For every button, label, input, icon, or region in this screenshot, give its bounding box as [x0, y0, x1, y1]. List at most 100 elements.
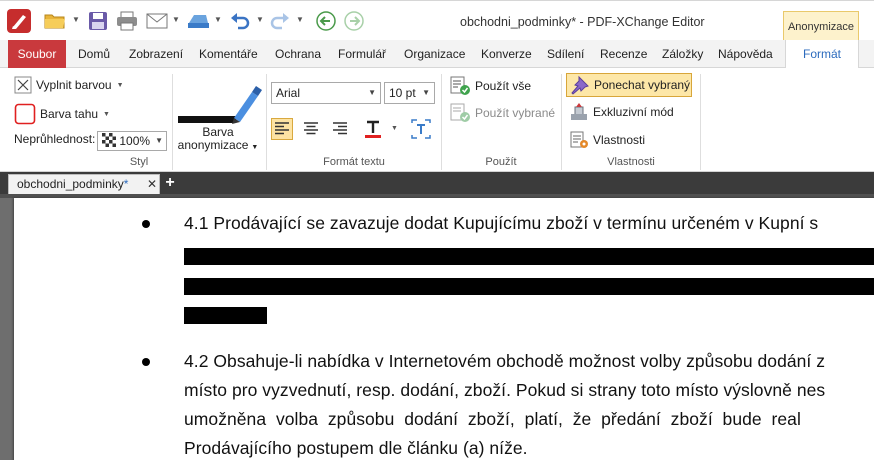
tab-format[interactable]: Formát [785, 40, 859, 69]
group-label-pouzit: Použít [485, 156, 517, 168]
tab-formular[interactable]: Formulář [338, 40, 386, 68]
tab-domu[interactable]: Domů [78, 40, 110, 68]
apply-all-icon [450, 76, 470, 95]
exclusive-mode-button[interactable]: Exkluzivní mód [569, 102, 674, 122]
paragraph-4-2-line-1: 4.2 Obsahuje-li nabídka v Internetovém o… [184, 351, 826, 371]
no-fill-icon [14, 76, 32, 94]
paragraph-4-2-line-3: umožněna volba způsobu dodání zboží, pla… [184, 409, 801, 429]
redaction-mark[interactable] [184, 307, 267, 324]
print-icon[interactable] [114, 9, 140, 33]
group-label-format-textu: Formát textu [323, 156, 385, 168]
opacity-select[interactable]: 100% ▼ [97, 131, 167, 151]
undo-icon[interactable] [228, 9, 252, 33]
redo-dropdown-icon[interactable]: ▼ [296, 15, 304, 24]
apply-selected-button[interactable]: Použít vybrané [449, 103, 555, 123]
tab-zobrazeni[interactable]: Zobrazení [129, 40, 183, 68]
font-size-value: 10 pt [389, 86, 416, 100]
fill-color-button[interactable]: Vyplnit barvou ▼ [14, 76, 124, 94]
email-dropdown-icon[interactable]: ▼ [172, 15, 180, 24]
exclusive-mode-icon [571, 103, 587, 120]
title-bar: ▼ ▼ ▼ ▼ ▼ obchodni_podminky* - PDF-XChan… [0, 0, 874, 41]
keep-selected-button[interactable]: Ponechat vybraný [566, 73, 692, 97]
stroke-swatch-icon [14, 103, 36, 125]
fill-color-label: Vyplnit barvou [36, 78, 112, 92]
stroke-color-dropdown-icon: ▼ [103, 110, 110, 118]
ribbon-panel: Vyplnit barvou ▼ Barva tahu ▼ Neprůhledn… [0, 68, 874, 172]
bullet-point [142, 358, 150, 366]
redaction-mark[interactable] [184, 248, 874, 265]
opacity-dropdown-icon: ▼ [155, 136, 163, 145]
font-family-select[interactable]: Arial ▼ [271, 82, 381, 104]
tab-organizace[interactable]: Organizace [404, 40, 465, 68]
open-dropdown-icon[interactable]: ▼ [72, 15, 80, 24]
paragraph-4-2-line-4: Prodávajícího postupem dle článku (a) ní… [184, 438, 528, 458]
font-family-value: Arial [276, 86, 301, 100]
ribbon-separator [441, 74, 442, 170]
opacity-control: Neprůhlednost: [14, 132, 95, 146]
tab-zalozky[interactable]: Záložky [662, 40, 703, 68]
redo-icon[interactable] [268, 9, 292, 33]
tab-konverze[interactable]: Konverze [481, 40, 532, 68]
back-icon[interactable] [314, 9, 338, 33]
pin-icon [571, 75, 589, 95]
stroke-color-label: Barva tahu [40, 107, 99, 121]
align-center-icon [304, 122, 318, 135]
text-flow-icon [411, 119, 431, 139]
open-folder-icon[interactable] [42, 9, 68, 33]
text-color-button[interactable] [362, 118, 384, 140]
email-icon[interactable] [144, 9, 170, 33]
exclusive-mode-label: Exkluzivní mód [593, 105, 674, 119]
text-flow-button[interactable] [410, 118, 432, 140]
forward-icon[interactable] [342, 9, 366, 33]
text-color-icon [365, 120, 381, 138]
font-family-dropdown-icon: ▼ [368, 88, 376, 97]
redaction-mark[interactable] [184, 278, 874, 295]
undo-dropdown-icon[interactable]: ▼ [256, 15, 264, 24]
redaction-color-label-2: anonymizace [177, 138, 249, 152]
checker-icon [102, 133, 116, 147]
document-canvas[interactable]: 4.1 Prodávající se zavazuje dodat Kupují… [0, 194, 874, 460]
align-right-button[interactable] [329, 118, 351, 140]
tab-soubor[interactable]: Soubor [8, 40, 66, 68]
document-tab-bar: obchodni_podminky* ✕ + [0, 172, 874, 194]
pdf-page[interactable]: 4.1 Prodávající se zavazuje dodat Kupují… [14, 198, 874, 460]
tab-komentare[interactable]: Komentáře [199, 40, 258, 68]
redaction-color-button[interactable]: Barva anonymizace ▼ [174, 78, 262, 152]
save-icon[interactable] [86, 9, 110, 33]
stroke-color-button[interactable]: Barva tahu ▼ [14, 103, 110, 125]
fill-color-dropdown-icon: ▼ [116, 81, 124, 89]
tab-recenze[interactable]: Recenze [600, 40, 647, 68]
align-right-icon [333, 122, 347, 135]
apply-selected-label: Použít vybrané [475, 106, 556, 120]
apply-all-label: Použít vše [475, 79, 532, 93]
tab-napoveda[interactable]: Nápověda [718, 40, 773, 68]
apply-selected-icon [450, 103, 470, 122]
scan-dropdown-icon[interactable]: ▼ [214, 15, 222, 24]
group-label-styl: Styl [129, 156, 149, 168]
opacity-label: Neprůhlednost: [14, 132, 96, 146]
window-title: obchodni_podminky* - PDF-XChange Editor [460, 15, 705, 29]
app-logo-icon[interactable] [6, 8, 32, 34]
context-tab-anonymizace: Anonymizace [783, 11, 859, 41]
scan-icon[interactable] [184, 9, 212, 33]
new-tab-icon[interactable]: + [163, 175, 177, 191]
tab-sdileni[interactable]: Sdílení [547, 40, 584, 68]
paragraph-4-1-line-1: 4.1 Prodávající se zavazuje dodat Kupují… [184, 213, 819, 233]
ribbon-separator [266, 74, 267, 170]
group-label-vlastnosti: Vlastnosti [607, 156, 655, 168]
pen-stroke-icon [178, 86, 262, 124]
text-color-dropdown-icon[interactable]: ▼ [391, 125, 398, 132]
properties-icon [570, 131, 588, 148]
bullet-point [142, 220, 150, 228]
paragraph-4-2-line-2: místo pro vyzvednutí, resp. dodání, zbož… [184, 380, 826, 400]
font-size-select[interactable]: 10 pt ▼ [384, 82, 435, 104]
document-tab-name: obchodni_podminky [17, 177, 124, 191]
apply-all-button[interactable]: Použít vše [449, 76, 531, 96]
close-tab-icon[interactable]: ✕ [147, 175, 157, 194]
align-left-button[interactable] [271, 118, 293, 140]
properties-button[interactable]: Vlastnosti [569, 130, 645, 150]
opacity-value: 100% [119, 134, 151, 148]
tab-ochrana[interactable]: Ochrana [275, 40, 321, 68]
align-center-button[interactable] [300, 118, 322, 140]
document-tab[interactable]: obchodni_podminky* ✕ [8, 174, 160, 194]
